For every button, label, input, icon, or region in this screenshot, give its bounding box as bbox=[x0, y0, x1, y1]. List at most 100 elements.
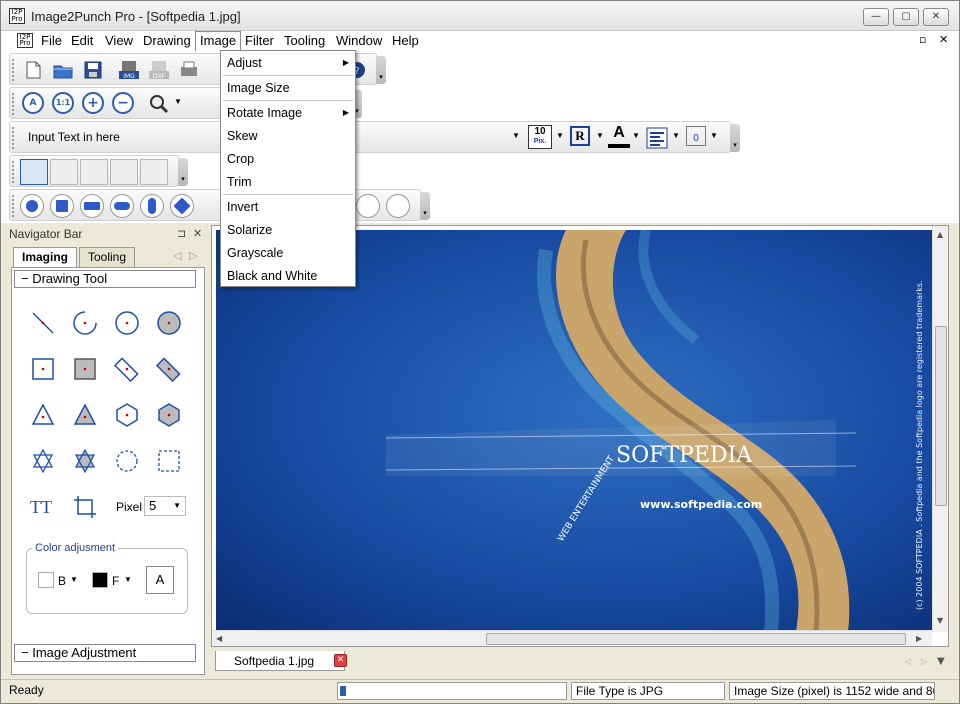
doc-tab-next-icon[interactable]: ▷ bbox=[921, 657, 927, 666]
pin-icon[interactable]: ⊐ bbox=[177, 227, 186, 240]
close-button[interactable]: ✕ bbox=[923, 8, 949, 26]
pixel-size-select[interactable]: 5 ▼ bbox=[144, 496, 186, 516]
spacing-dropdown-arrow-icon[interactable]: ▼ bbox=[710, 131, 718, 140]
circle-tool-icon[interactable] bbox=[114, 310, 140, 336]
scroll-down-icon[interactable]: ▼ bbox=[937, 616, 943, 625]
image-canvas[interactable]: SOFTPEDIA www.softpedia.com WEB ENTERTAI… bbox=[216, 230, 932, 632]
zoom-dropdown-arrow-icon[interactable]: ▼ bbox=[174, 97, 182, 106]
zoom-actual-icon[interactable]: 1:1 bbox=[52, 92, 74, 114]
arc-tool-icon[interactable] bbox=[72, 310, 98, 336]
foreground-color-dropdown-icon[interactable]: ▼ bbox=[124, 575, 132, 584]
punch-oblong-icon[interactable] bbox=[110, 194, 134, 218]
toolbar-options-icon[interactable]: ▾ bbox=[178, 158, 188, 186]
menu-item-crop[interactable]: Crop bbox=[221, 148, 355, 170]
punch-dotted-circle-icon[interactable] bbox=[356, 194, 380, 218]
menu-item-grayscale[interactable]: Grayscale bbox=[221, 242, 355, 264]
background-color-dropdown-icon[interactable]: ▼ bbox=[70, 575, 78, 584]
punch-dotted-rect-icon[interactable] bbox=[386, 194, 410, 218]
maximize-button[interactable]: ▢ bbox=[893, 8, 919, 26]
crop-tool-icon[interactable] bbox=[72, 494, 98, 520]
punch-rectangle-icon[interactable] bbox=[80, 194, 104, 218]
menu-item-trim[interactable]: Trim bbox=[221, 171, 355, 193]
text-input[interactable]: Input Text in here bbox=[24, 126, 224, 148]
vertical-scroll-thumb[interactable] bbox=[935, 326, 947, 506]
zoom-out-icon[interactable]: − bbox=[112, 92, 134, 114]
open-folder-icon[interactable] bbox=[52, 59, 74, 81]
zoom-in-icon[interactable]: + bbox=[82, 92, 104, 114]
doc-tab-prev-icon[interactable]: ◁ bbox=[905, 657, 911, 666]
tab-imaging[interactable]: Imaging bbox=[13, 247, 77, 268]
menu-window[interactable]: Window bbox=[336, 33, 382, 48]
font-style-icon[interactable]: R bbox=[570, 126, 590, 146]
document-tab[interactable]: Softpedia 1.jpg ✕ bbox=[215, 651, 347, 671]
menu-item-image-size[interactable]: Image Size bbox=[221, 77, 355, 99]
triangle-tool-icon[interactable] bbox=[30, 402, 56, 428]
line-tool-icon[interactable] bbox=[30, 310, 56, 336]
tab-next-icon[interactable]: ▷ bbox=[189, 249, 197, 262]
font-size-dropdown-arrow-icon[interactable]: ▼ bbox=[556, 131, 564, 140]
filled-hexagon-tool-icon[interactable] bbox=[156, 402, 182, 428]
scroll-right-icon[interactable]: ▶ bbox=[916, 634, 922, 643]
font-color-button[interactable]: A bbox=[146, 566, 174, 594]
hexagon-tool-icon[interactable] bbox=[114, 402, 140, 428]
align-icon[interactable] bbox=[646, 127, 668, 149]
shape-fill-icon[interactable] bbox=[50, 159, 78, 185]
dashed-square-tool-icon[interactable] bbox=[156, 448, 182, 474]
punch-vertical-oblong-icon[interactable] bbox=[140, 194, 164, 218]
menu-edit[interactable]: Edit bbox=[71, 33, 93, 48]
magnifier-icon[interactable] bbox=[148, 93, 170, 115]
square-tool-icon[interactable] bbox=[30, 356, 56, 382]
menu-filter[interactable]: Filter bbox=[245, 33, 274, 48]
toolbar-grip[interactable] bbox=[12, 93, 15, 115]
toolbar-grip[interactable] bbox=[12, 59, 15, 81]
menu-help[interactable]: Help bbox=[392, 33, 419, 48]
toolbar-grip[interactable] bbox=[12, 195, 15, 217]
drawing-tool-header[interactable]: − Drawing Tool bbox=[14, 270, 196, 288]
font-dropdown-arrow-icon[interactable]: ▼ bbox=[512, 131, 520, 140]
letter-spacing-icon[interactable]: 0 bbox=[686, 126, 706, 146]
menu-drawing[interactable]: Drawing bbox=[143, 33, 191, 48]
scroll-up-icon[interactable]: ▲ bbox=[937, 230, 943, 239]
zoom-fit-icon[interactable]: A bbox=[22, 92, 44, 114]
toolbar-grip[interactable] bbox=[12, 127, 15, 149]
filled-square-tool-icon[interactable] bbox=[72, 356, 98, 382]
text-tool-icon[interactable]: TT bbox=[30, 494, 56, 520]
punch-square-icon[interactable] bbox=[50, 194, 74, 218]
mdi-close-button[interactable]: ✕ bbox=[939, 33, 948, 46]
tab-tooling[interactable]: Tooling bbox=[79, 247, 135, 267]
menu-tooling[interactable]: Tooling bbox=[284, 33, 325, 48]
dashed-circle-tool-icon[interactable] bbox=[114, 448, 140, 474]
font-color-dropdown-arrow-icon[interactable]: ▼ bbox=[632, 131, 640, 140]
toolbar-options-icon[interactable]: ▾ bbox=[420, 192, 430, 220]
foreground-color-swatch[interactable] bbox=[92, 572, 108, 588]
font-style-dropdown-arrow-icon[interactable]: ▼ bbox=[596, 131, 604, 140]
shape-dashed-icon[interactable] bbox=[140, 159, 168, 185]
filled-rotated-rect-tool-icon[interactable] bbox=[155, 356, 182, 383]
filled-circle-tool-icon[interactable] bbox=[156, 310, 182, 336]
font-size-icon[interactable]: 10 Pix. bbox=[528, 125, 552, 149]
navigator-close-icon[interactable]: ✕ bbox=[193, 227, 202, 240]
menu-item-adjust[interactable]: Adjust ▶ bbox=[221, 52, 355, 74]
save-image-icon[interactable]: IMG bbox=[118, 59, 140, 81]
horizontal-scroll-thumb[interactable] bbox=[486, 633, 906, 645]
mdi-restore-button[interactable]: ▫ bbox=[919, 33, 926, 46]
scroll-left-icon[interactable]: ◀ bbox=[216, 634, 222, 643]
align-dropdown-arrow-icon[interactable]: ▼ bbox=[672, 131, 680, 140]
tab-prev-icon[interactable]: ◁ bbox=[173, 249, 181, 262]
menu-item-skew[interactable]: Skew bbox=[221, 125, 355, 147]
background-color-swatch[interactable] bbox=[38, 572, 54, 588]
image-adjustment-header[interactable]: − Image Adjustment bbox=[14, 644, 196, 662]
menu-item-rotate-image[interactable]: Rotate Image ▶ bbox=[221, 102, 355, 124]
close-tab-icon[interactable]: ✕ bbox=[334, 654, 347, 667]
star-tool-icon[interactable] bbox=[30, 448, 56, 474]
toolbar-grip[interactable] bbox=[12, 161, 15, 183]
minimize-button[interactable]: — bbox=[863, 8, 889, 26]
save-dxf-icon[interactable]: DXF bbox=[148, 59, 170, 81]
doc-tab-list-icon[interactable]: ▼ bbox=[937, 656, 945, 667]
new-file-icon[interactable] bbox=[22, 59, 44, 81]
menu-file[interactable]: File bbox=[41, 33, 62, 48]
menu-item-invert[interactable]: Invert bbox=[221, 196, 355, 218]
menu-view[interactable]: View bbox=[105, 33, 133, 48]
font-color-icon[interactable]: A bbox=[608, 124, 630, 148]
toolbar-options-icon[interactable]: ▾ bbox=[730, 124, 740, 152]
